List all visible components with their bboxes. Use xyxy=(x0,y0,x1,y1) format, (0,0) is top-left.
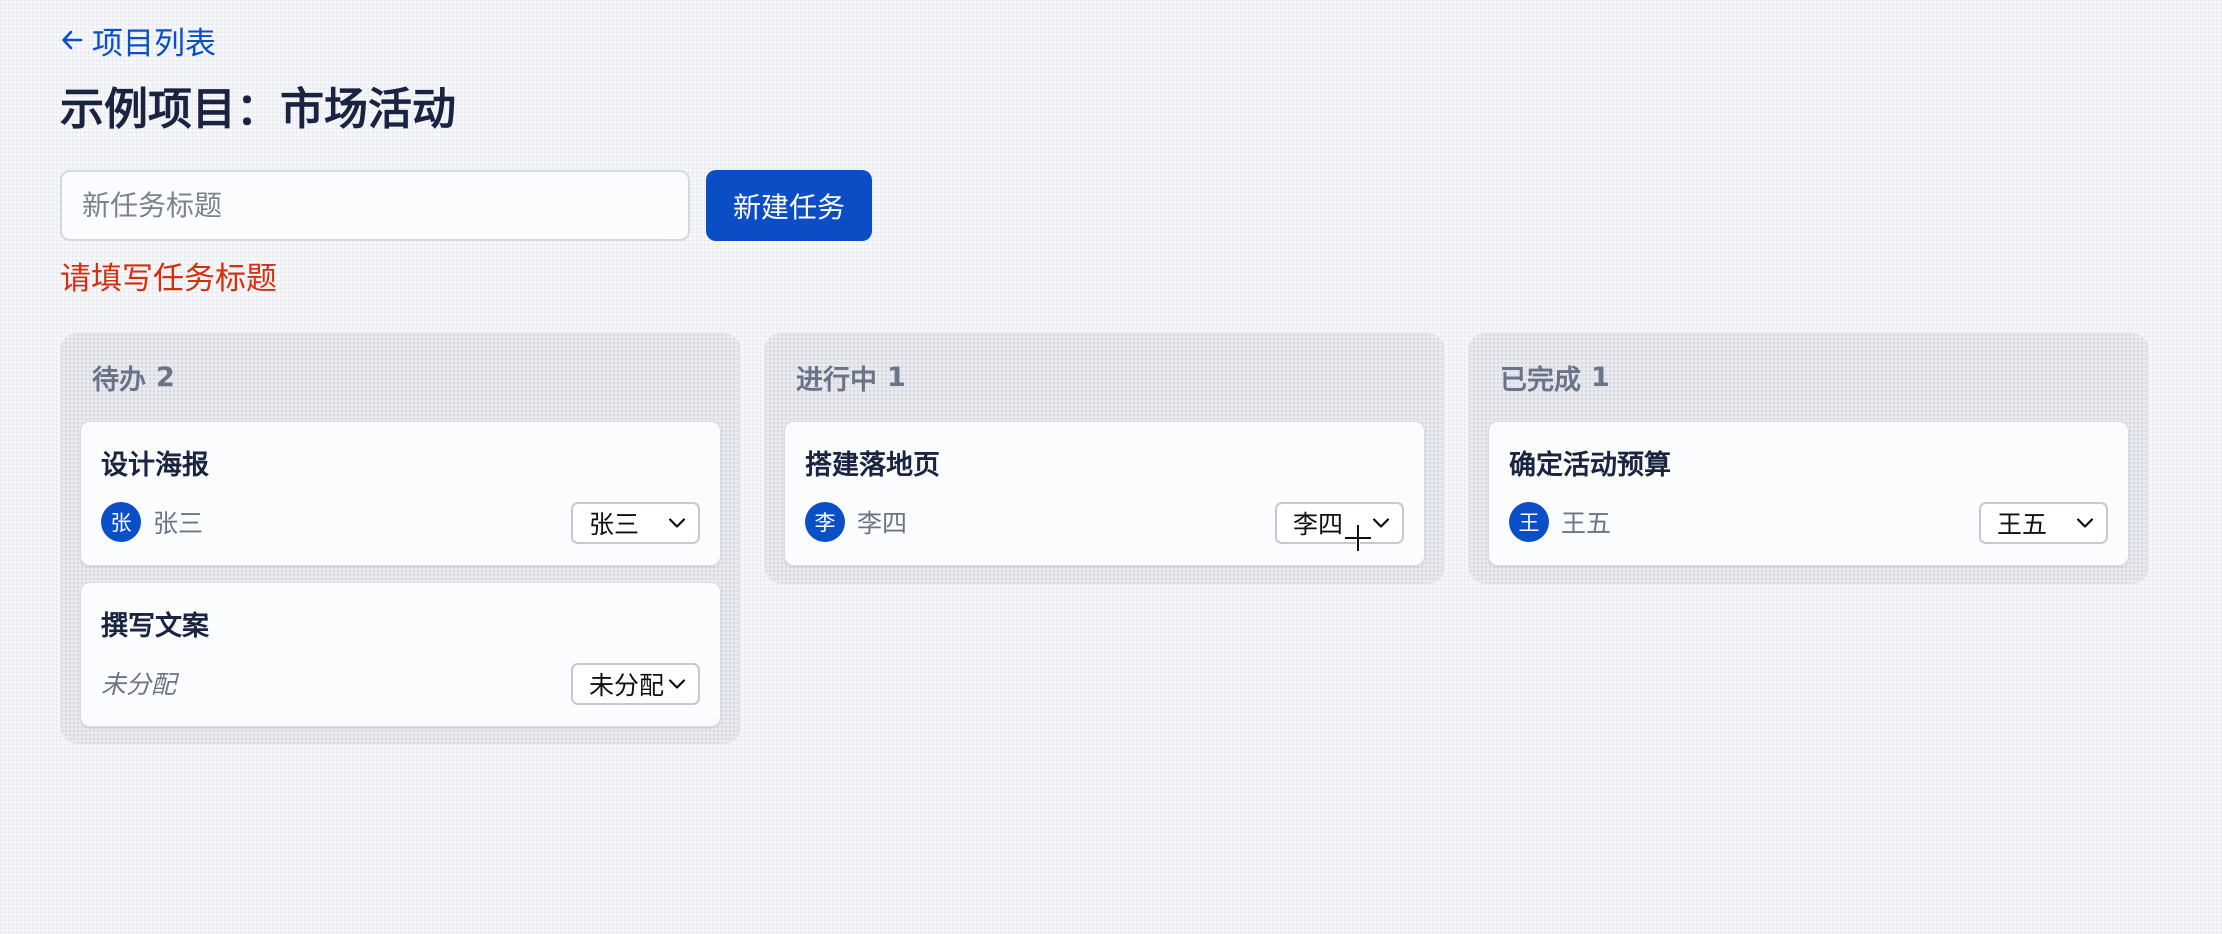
task-assignee: 张 张三 xyxy=(101,502,203,542)
assignee-select[interactable]: 王五 xyxy=(1979,502,2108,544)
task-assignee: 王 王五 xyxy=(1509,502,1611,542)
assignee-name: 王五 xyxy=(1561,509,1612,538)
task-title: 确定活动预算 xyxy=(1509,450,1671,481)
assignee-select[interactable]: 李四 xyxy=(1275,502,1404,544)
assignee-select[interactable]: 未分配 xyxy=(571,663,700,705)
column-title: 待办 xyxy=(92,364,146,396)
column-done: 已完成 1 确定活动预算 王 王五 王五 xyxy=(1468,333,2149,584)
assignee-select-value: 李四 xyxy=(1293,510,1344,539)
chevron-down-icon xyxy=(668,675,686,694)
task-card-design-poster[interactable]: 设计海报 张 张三 张三 xyxy=(80,421,721,566)
column-header: 进行中 1 xyxy=(784,333,1425,421)
new-task-button[interactable]: 新建任务 xyxy=(706,170,872,241)
column-title: 进行中 xyxy=(796,364,877,396)
column-title: 已完成 xyxy=(1500,364,1581,396)
avatar: 李 xyxy=(805,502,845,542)
column-count: 2 xyxy=(156,361,175,393)
back-link[interactable]: 项目列表 xyxy=(60,18,216,62)
assignee-select-value: 未分配 xyxy=(589,671,665,700)
column-header: 待办 2 xyxy=(80,333,721,421)
arrow-left-icon xyxy=(60,28,84,52)
chevron-down-icon xyxy=(2076,514,2094,533)
column-header: 已完成 1 xyxy=(1488,333,2129,421)
column-in-progress: 进行中 1 搭建落地页 李 李四 李四 xyxy=(764,333,1445,584)
avatar: 张 xyxy=(101,502,141,542)
avatar: 王 xyxy=(1509,502,1549,542)
task-title: 撰写文案 xyxy=(101,611,209,642)
chevron-down-icon xyxy=(1372,514,1390,533)
task-assignee: 李 李四 xyxy=(805,502,907,542)
task-card-build-landing-page[interactable]: 搭建落地页 李 李四 李四 xyxy=(784,421,1425,566)
task-title: 设计海报 xyxy=(101,450,209,481)
page-title: 示例项目：市场活动 xyxy=(60,84,456,135)
task-assignee: 未分配 xyxy=(101,663,176,703)
task-card-confirm-budget[interactable]: 确定活动预算 王 王五 王五 xyxy=(1488,421,2129,566)
validation-error-message: 请填写任务标题 xyxy=(60,261,277,297)
assignee-name: 张三 xyxy=(153,509,204,538)
new-task-form: 新建任务 xyxy=(60,170,872,241)
column-count: 1 xyxy=(887,361,906,393)
chevron-down-icon xyxy=(668,514,686,533)
task-title: 搭建落地页 xyxy=(805,450,940,481)
column-todo: 待办 2 设计海报 张 张三 张三 撰写文案 未分配 未分配 xyxy=(60,333,741,744)
task-card-write-copy[interactable]: 撰写文案 未分配 未分配 xyxy=(80,582,721,727)
assignee-select-value: 王五 xyxy=(1997,510,2048,539)
assignee-select[interactable]: 张三 xyxy=(571,502,700,544)
assignee-name: 李四 xyxy=(857,509,908,538)
column-count: 1 xyxy=(1591,361,1610,393)
back-link-label: 项目列表 xyxy=(92,25,216,62)
unassigned-label: 未分配 xyxy=(101,670,177,699)
assignee-select-value: 张三 xyxy=(589,510,640,539)
new-task-title-input[interactable] xyxy=(60,170,690,241)
